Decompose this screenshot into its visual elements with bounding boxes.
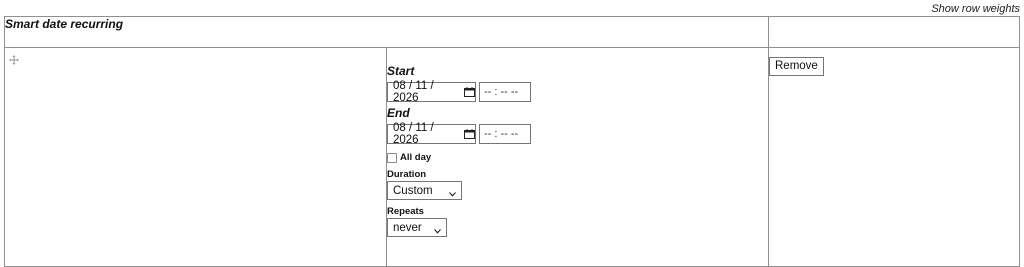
repeats-label: Repeats xyxy=(387,206,424,217)
field-item-row: Start 08 / 11 / 2026 -- : -- -- End 08 /… xyxy=(4,47,1020,267)
start-time-placeholder: -- : -- -- xyxy=(484,86,519,98)
drag-handle-icon[interactable] xyxy=(9,52,19,65)
start-label: Start xyxy=(387,64,415,78)
remove-button[interactable]: Remove xyxy=(769,56,824,76)
field-table: Smart date recurring Start 08 / 11 / 202… xyxy=(4,16,1020,267)
end-label: End xyxy=(387,106,410,120)
all-day-label: All day xyxy=(400,152,432,163)
calendar-icon[interactable] xyxy=(464,87,475,97)
end-time-input[interactable]: -- : -- -- xyxy=(479,124,531,144)
end-row: 08 / 11 / 2026 -- : -- -- xyxy=(387,122,768,146)
chevron-down-icon xyxy=(449,188,456,197)
duration-label: Duration xyxy=(387,169,427,180)
start-date-value: 08 / 11 / 2026 xyxy=(393,80,434,104)
start-row: 08 / 11 / 2026 -- : -- -- xyxy=(387,80,768,104)
chevron-down-icon xyxy=(434,225,441,234)
start-time-input[interactable]: -- : -- -- xyxy=(479,82,531,102)
duration-selected: Custom xyxy=(393,184,433,197)
show-row-weights-link[interactable]: Show row weights xyxy=(931,3,1020,15)
duration-select[interactable]: Custom xyxy=(387,181,462,200)
repeats-select[interactable]: never xyxy=(387,218,447,237)
repeats-selected: never xyxy=(393,221,422,234)
calendar-icon[interactable] xyxy=(464,129,475,139)
start-date-input[interactable]: 08 / 11 / 2026 xyxy=(387,80,476,104)
operations-cell: Remove xyxy=(768,47,1020,267)
field-title: Smart date recurring xyxy=(4,16,769,48)
end-time-placeholder: -- : -- -- xyxy=(484,128,519,140)
end-date-value: 08 / 11 / 2026 xyxy=(393,122,434,146)
widget-cell: Start 08 / 11 / 2026 -- : -- -- End 08 /… xyxy=(386,47,769,267)
all-day-row: All day xyxy=(387,152,768,163)
end-date-input[interactable]: 08 / 11 / 2026 xyxy=(387,122,476,146)
drag-cell xyxy=(4,47,387,267)
header-empty-cell xyxy=(768,16,1020,48)
field-header-row: Smart date recurring xyxy=(4,16,1020,48)
all-day-checkbox[interactable] xyxy=(387,152,397,163)
